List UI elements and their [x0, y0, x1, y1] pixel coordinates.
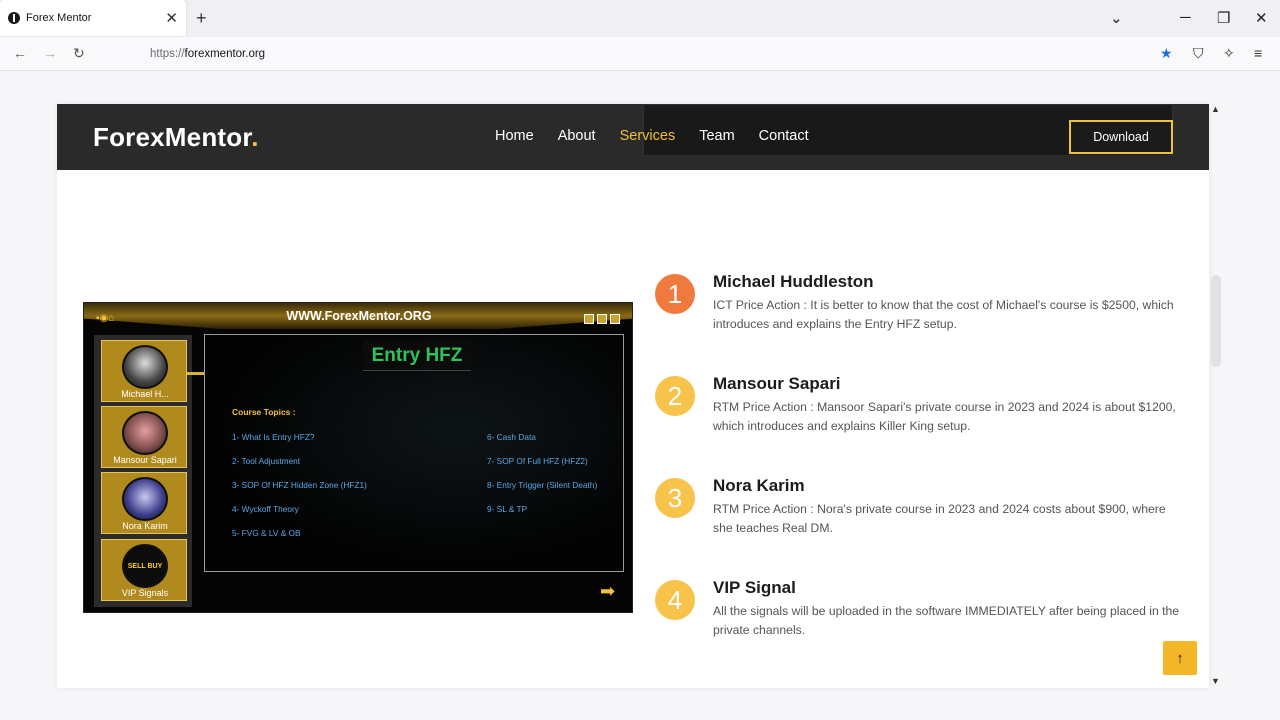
service-description: All the signals will be uploaded in the …	[713, 604, 1180, 637]
forward-icon[interactable]: →	[43, 45, 57, 61]
side-card-label: VIP Signals	[121, 588, 169, 598]
logo-dot: .	[251, 122, 259, 152]
sell-buy-icon: SELL BUY	[122, 544, 168, 588]
menu-team[interactable]: Team	[699, 128, 734, 144]
topic-item: 4- Wyckoff Theory	[232, 504, 299, 514]
avatar	[122, 345, 168, 389]
service-number-badge: 3	[655, 478, 695, 518]
topic-item: 8- Entry Trigger (Silent Death)	[487, 480, 598, 490]
app-side-panel: Michael H... Mansour Sapari Nora Karim S…	[94, 335, 192, 607]
service-title: Mansour Sapari	[713, 374, 841, 393]
side-card-label: Michael H...	[121, 389, 169, 399]
menu-icon[interactable]: ≡	[1254, 45, 1262, 61]
connector-line	[187, 372, 205, 375]
scroll-down-icon[interactable]: ▼	[1211, 676, 1220, 686]
download-button[interactable]: Download	[1069, 120, 1173, 154]
avatar	[122, 477, 168, 521]
shield-icon[interactable]: ⛉	[1193, 45, 1204, 62]
new-tab-icon[interactable]: +	[196, 8, 207, 29]
tab-bar: Forex Mentor ✕ + ⌄ ─ ❐ ✕	[0, 0, 1280, 37]
service-number-badge: 4	[655, 580, 695, 620]
topic-item: 7- SOP Of Full HFZ (HFZ2)	[487, 456, 588, 466]
page-viewport: ForexMentor. Home About Services Team Co…	[0, 71, 1280, 720]
service-title: Nora Karim	[713, 476, 805, 495]
site-header: ForexMentor. Home About Services Team Co…	[57, 104, 1209, 170]
close-window-icon[interactable]: ✕	[1255, 9, 1268, 27]
service-title: Michael Huddleston	[713, 272, 874, 291]
logo-text: ForexMentor	[93, 122, 252, 152]
service-description: RTM Price Action : Nora's private course…	[713, 502, 1166, 535]
service-number-badge: 1	[655, 274, 695, 314]
app-window-icons	[584, 314, 620, 324]
tab-title: Forex Mentor	[26, 12, 92, 24]
scroll-up-icon[interactable]: ▲	[1211, 104, 1220, 114]
main-menu: Home About Services Team Contact	[495, 128, 833, 144]
minimize-icon[interactable]: ─	[1180, 9, 1191, 26]
page-content: ForexMentor. Home About Services Team Co…	[57, 104, 1209, 688]
menu-services[interactable]: Services	[620, 128, 676, 144]
tab-forex-mentor[interactable]: Forex Mentor ✕	[0, 0, 186, 36]
side-card-mansour: Mansour Sapari	[101, 406, 187, 468]
url-bar[interactable]: https://forexmentor.org	[104, 40, 1144, 68]
nav-bar: ← → ↻ https://forexmentor.org ★ ⛉ ✧ ≡	[0, 37, 1280, 71]
topics-label: Course Topics :	[232, 407, 296, 417]
scroll-thumb[interactable]	[1211, 275, 1221, 367]
reload-icon[interactable]: ↻	[73, 45, 85, 62]
bookmark-star-icon[interactable]: ★	[1160, 45, 1173, 62]
app-preview-image: WWW.ForexMentor.ORG ▪◉⌂ Michael H... Man…	[83, 302, 633, 613]
app-toolbar-icons: ▪◉⌂	[96, 313, 115, 324]
url-host: forexmentor.org	[184, 48, 266, 60]
extension-icon[interactable]: ✧	[1223, 45, 1235, 62]
app-content-box: Entry HFZ Course Topics : 1- What Is Ent…	[204, 334, 624, 572]
restore-icon[interactable]: ❐	[1217, 9, 1230, 27]
menu-contact[interactable]: Contact	[759, 128, 809, 144]
list-tabs-icon[interactable]: ⌄	[1110, 9, 1123, 27]
side-card-label: Mansour Sapari	[113, 455, 177, 465]
site-favicon-icon	[8, 12, 20, 24]
menu-about[interactable]: About	[558, 128, 596, 144]
topic-item: 2- Tool Adjustment	[232, 456, 301, 466]
service-description: RTM Price Action : Mansoor Sapari's priv…	[713, 400, 1176, 433]
side-card-label: Nora Karim	[122, 521, 168, 531]
page-scrollbar[interactable]: ▲ ▼	[1209, 104, 1223, 688]
site-logo[interactable]: ForexMentor.	[93, 122, 259, 153]
menu-home[interactable]: Home	[495, 128, 534, 144]
url-protocol: https://	[150, 48, 185, 60]
topic-item: 3- SOP Of HFZ Hidden Zone (HFZ1)	[232, 480, 367, 490]
service-title: VIP Signal	[713, 578, 796, 597]
app-heading: Entry HFZ	[363, 341, 471, 371]
close-tab-icon[interactable]: ✕	[165, 9, 178, 27]
topic-item: 6- Cash Data	[487, 432, 536, 442]
service-description: ICT Price Action : It is better to know …	[713, 298, 1174, 331]
avatar	[122, 411, 168, 455]
service-number-badge: 2	[655, 376, 695, 416]
app-title: WWW.ForexMentor.ORG	[286, 309, 432, 323]
back-icon[interactable]: ←	[13, 45, 27, 61]
topic-item: 5- FVG & LV & OB	[232, 528, 301, 538]
topic-item: 9- SL & TP	[487, 504, 528, 514]
side-card-vip: SELL BUY VIP Signals	[101, 539, 187, 601]
next-arrow-icon: ➡	[600, 581, 616, 601]
side-card-michael: Michael H...	[101, 340, 187, 402]
side-card-nora: Nora Karim	[101, 472, 187, 534]
back-to-top-button[interactable]: ↑	[1163, 641, 1197, 675]
topic-item: 1- What Is Entry HFZ?	[232, 432, 315, 442]
